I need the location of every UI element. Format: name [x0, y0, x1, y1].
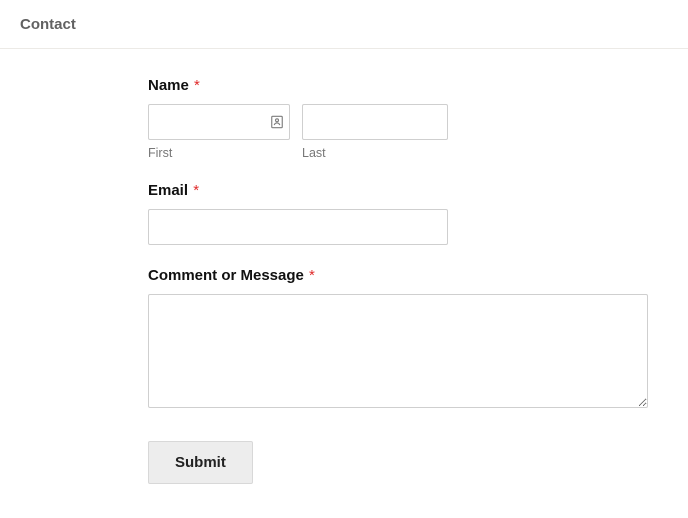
page-title: Contact [20, 16, 76, 33]
last-name-col: Last [302, 104, 448, 160]
email-label: Email [148, 182, 188, 199]
name-input-row: First Last [148, 104, 688, 160]
message-label: Comment or Message [148, 267, 304, 284]
first-name-input[interactable] [148, 104, 290, 140]
first-name-input-wrap [148, 104, 290, 140]
message-textarea[interactable] [148, 294, 648, 408]
email-input[interactable] [148, 209, 448, 245]
message-field: Comment or Message * [148, 267, 688, 413]
last-name-sublabel: Last [302, 146, 448, 160]
first-name-sublabel: First [148, 146, 290, 160]
name-label-row: Name * [148, 77, 688, 94]
required-mark-icon: * [309, 267, 315, 284]
email-label-row: Email * [148, 182, 688, 199]
message-label-row: Comment or Message * [148, 267, 688, 284]
page-header: Contact [0, 0, 688, 49]
required-mark-icon: * [194, 77, 200, 94]
contact-form: Name * First Las [0, 49, 688, 484]
submit-row: Submit [148, 441, 688, 484]
first-name-col: First [148, 104, 290, 160]
required-mark-icon: * [193, 182, 199, 199]
name-field: Name * First Las [148, 77, 688, 160]
submit-button[interactable]: Submit [148, 441, 253, 484]
name-label: Name [148, 77, 189, 94]
email-field: Email * [148, 182, 688, 245]
last-name-input[interactable] [302, 104, 448, 140]
